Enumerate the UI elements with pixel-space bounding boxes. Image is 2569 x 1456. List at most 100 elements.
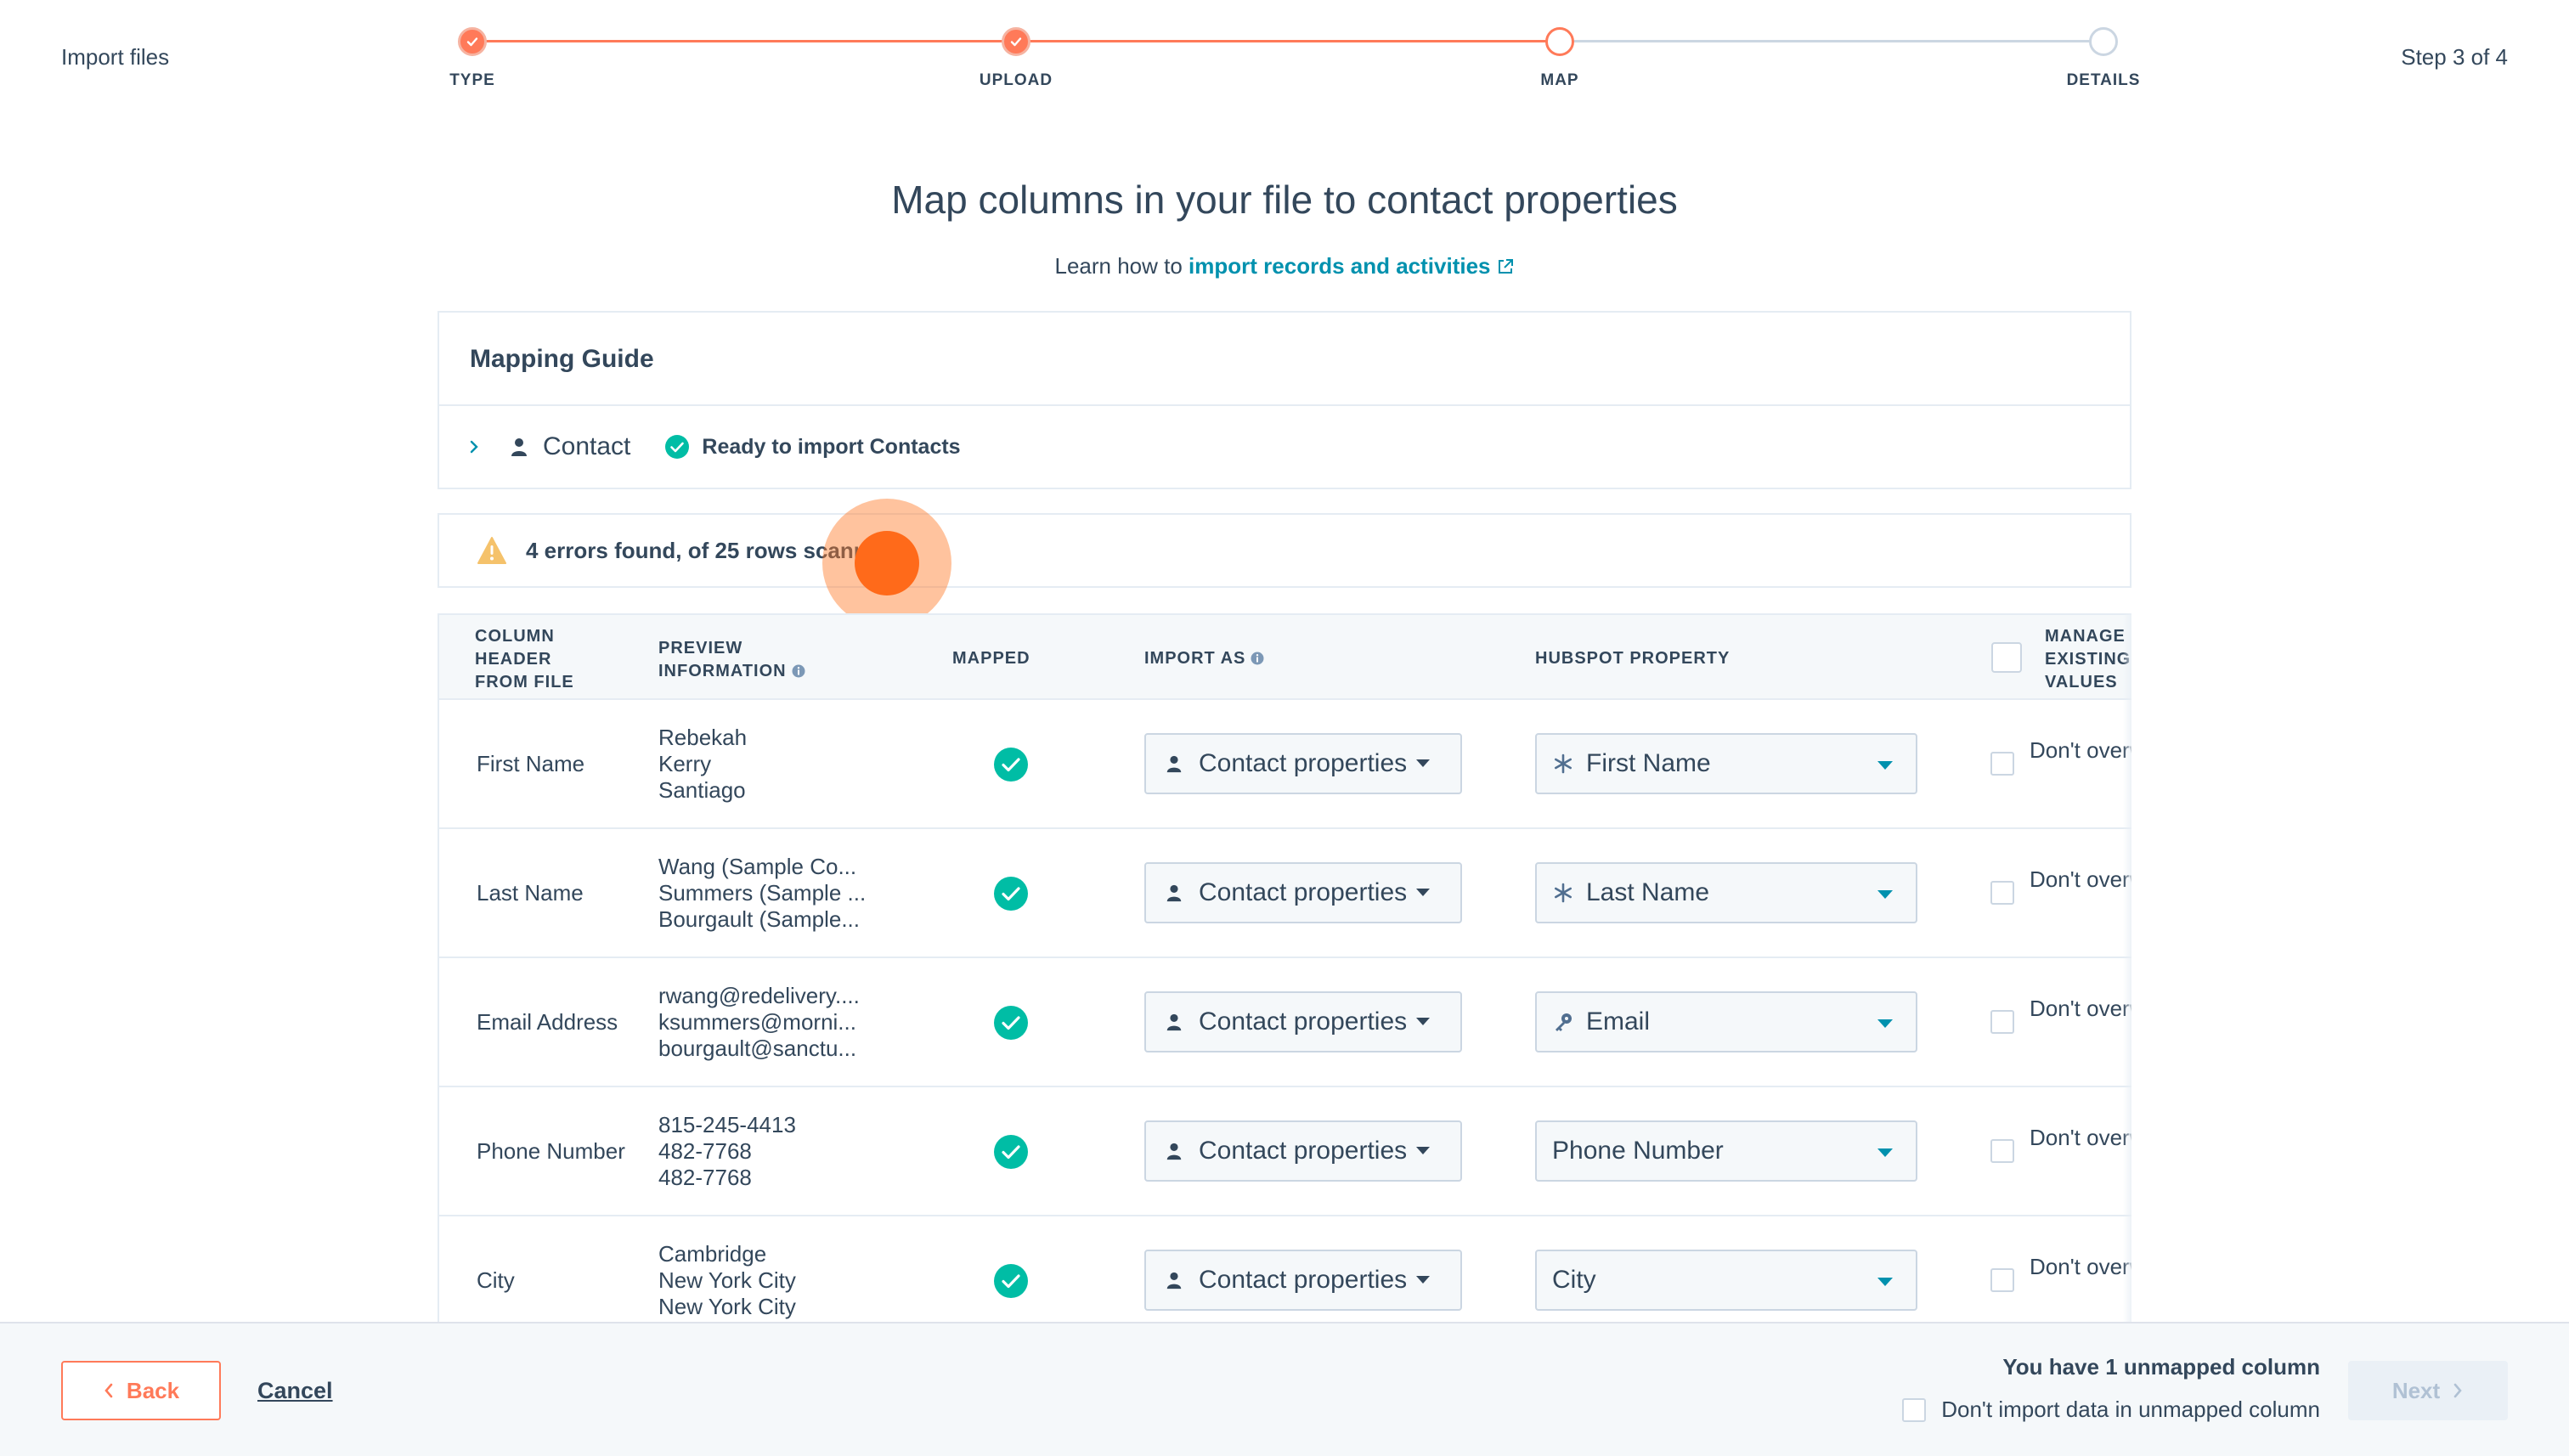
table-row: Last Name Wang (Sample Co... Summers (Sa… <box>439 829 2131 958</box>
import-as-label: Contact properties <box>1199 749 1408 777</box>
table-row: Phone Number 815-245-4413 482-7768 482-7… <box>439 1087 2131 1216</box>
horizontal-scroll-shadow <box>2123 613 2131 1323</box>
column-header-cell: First Name <box>477 750 585 776</box>
cancel-link[interactable]: Cancel <box>257 1378 333 1404</box>
th-hubspot-property: HUBSPOT PROPERTY <box>1535 649 1731 668</box>
success-check-icon <box>665 435 690 459</box>
contact-guide-row[interactable]: Contact Ready to import Contacts <box>465 428 961 466</box>
preview-value: Summers (Sample ... <box>658 879 867 906</box>
preview-value: Wang (Sample Co... <box>658 853 857 879</box>
dont-overwrite-checkbox[interactable] <box>1990 1010 2014 1034</box>
mapping-guide-panel: Mapping Guide Contact Ready to import Co… <box>438 311 2131 489</box>
next-button[interactable]: Next <box>2348 1361 2508 1420</box>
contact-person-icon <box>1166 1143 1182 1160</box>
learn-prefix: Learn how to <box>1054 253 1183 279</box>
asterisk-icon <box>1555 753 1572 774</box>
preview-value: Kerry <box>658 750 712 776</box>
learn-more-line: Learn how to import records and activiti… <box>0 253 2569 279</box>
stepper-line-done <box>1016 40 1560 42</box>
step-label-upload: UPLOAD <box>979 71 1053 89</box>
property-label: Email <box>1586 1007 1651 1036</box>
step-label-type: TYPE <box>449 71 495 89</box>
import-records-link[interactable]: import records and activities <box>1189 253 1514 279</box>
property-label: Last Name <box>1586 878 1710 906</box>
table-row: City Cambridge New York City New York Ci… <box>439 1216 2131 1323</box>
dont-overwrite-label: Don't overwrite <box>2030 866 2131 892</box>
manage-values-select-all-checkbox[interactable] <box>1991 642 2022 673</box>
hubspot-property-dropdown[interactable]: Last Name <box>1535 862 1917 923</box>
contact-label: Contact <box>543 432 631 460</box>
th-mapped: MAPPED <box>952 649 1030 668</box>
caret-down-icon <box>1416 1276 1431 1284</box>
caret-down-icon <box>1877 1148 1893 1157</box>
preview-value: 815-245-4413 <box>658 1111 796 1137</box>
dont-overwrite-checkbox[interactable] <box>1990 1139 2014 1163</box>
import-as-label: Contact properties <box>1199 1137 1408 1165</box>
step-upload-node <box>1002 27 1030 56</box>
column-header-cell: Last Name <box>477 879 584 906</box>
dont-import-unmapped-option[interactable]: Don't import data in unmapped column <box>1902 1397 2320 1423</box>
preview-value: 482-7768 <box>658 1137 752 1164</box>
contact-person-icon <box>1166 1013 1182 1031</box>
step-type-node <box>458 27 487 56</box>
check-icon <box>466 37 478 47</box>
import-as-label: Contact properties <box>1199 1266 1408 1294</box>
contact-person-icon <box>1166 884 1182 902</box>
preview-cell: 815-245-4413 482-7768 482-7768 <box>658 1087 879 1215</box>
divider <box>439 404 2130 406</box>
column-header-cell: Phone Number <box>477 1137 625 1164</box>
errors-summary-bar[interactable]: 4 errors found, of 25 rows scanned <box>438 513 2131 588</box>
caret-down-icon <box>1416 759 1431 767</box>
hubspot-property-dropdown[interactable]: City <box>1535 1250 1917 1311</box>
page-title: Map columns in your file to contact prop… <box>891 178 1678 222</box>
contact-person-icon <box>1166 1272 1182 1290</box>
chevron-right-icon[interactable] <box>465 437 483 456</box>
preview-cell: Cambridge New York City New York City <box>658 1216 879 1323</box>
import-as-dropdown[interactable]: Contact properties <box>1144 862 1462 923</box>
preview-value: Rebekah <box>658 724 748 750</box>
import-as-dropdown[interactable]: Contact properties <box>1144 991 1462 1052</box>
preview-value: Santiago <box>658 776 746 803</box>
dont-overwrite-checkbox[interactable] <box>1990 1268 2014 1292</box>
preview-value: Cambridge <box>658 1240 767 1267</box>
hubspot-property-dropdown[interactable]: Phone Number <box>1535 1120 1917 1182</box>
caret-down-icon <box>1416 889 1431 896</box>
th-manage-existing: MANAGE EXISTING VALUES <box>2045 627 2131 691</box>
next-label: Next <box>2391 1377 2441 1403</box>
preview-cell: rwang@redelivery.... ksummers@morni... b… <box>658 958 879 1086</box>
column-header-cell: City <box>477 1267 515 1293</box>
caret-down-icon <box>1877 890 1893 899</box>
table-row: First Name Rebekah Kerry Santiago Contac… <box>439 700 2131 829</box>
dont-overwrite-label: Don't overwrite <box>2030 1125 2131 1150</box>
column-header-cell: Email Address <box>477 1008 618 1035</box>
preview-value: Bourgault (Sample... <box>658 906 861 932</box>
mapped-check-icon <box>994 1264 1028 1298</box>
info-icon[interactable] <box>792 664 805 678</box>
step-map-node <box>1545 27 1574 56</box>
import-files-title: Import files <box>61 44 170 70</box>
caret-down-icon <box>1877 761 1893 770</box>
property-label: First Name <box>1586 749 1711 777</box>
import-as-dropdown[interactable]: Contact properties <box>1144 1250 1462 1311</box>
preview-value: ksummers@morni... <box>658 1008 856 1035</box>
step-label-details: DETAILS <box>2066 71 2141 89</box>
dont-import-checkbox[interactable] <box>1902 1397 1927 1422</box>
table-header: COLUMN HEADER FROM FILE PREVIEW INFORMAT… <box>439 613 2131 700</box>
chevron-right-icon <box>2453 1383 2462 1398</box>
preview-value: rwang@redelivery.... <box>658 982 860 1008</box>
mapped-check-icon <box>994 748 1028 782</box>
dont-overwrite-checkbox[interactable] <box>1990 752 2014 776</box>
dont-overwrite-checkbox[interactable] <box>1990 881 2014 905</box>
contact-person-icon <box>1166 755 1182 773</box>
hubspot-property-dropdown[interactable]: Email <box>1535 991 1917 1052</box>
import-as-dropdown[interactable]: Contact properties <box>1144 733 1462 794</box>
mapping-table: COLUMN HEADER FROM FILE PREVIEW INFORMAT… <box>438 613 2131 1323</box>
hubspot-property-dropdown[interactable]: First Name <box>1535 733 1917 794</box>
warning-icon <box>477 537 506 564</box>
preview-value: 482-7768 <box>658 1164 752 1190</box>
back-button[interactable]: Back <box>61 1361 221 1420</box>
dont-import-label: Don't import data in unmapped column <box>1941 1397 2320 1422</box>
preview-value: New York City <box>658 1293 796 1319</box>
import-as-dropdown[interactable]: Contact properties <box>1144 1120 1462 1182</box>
info-icon[interactable] <box>1251 652 1264 665</box>
